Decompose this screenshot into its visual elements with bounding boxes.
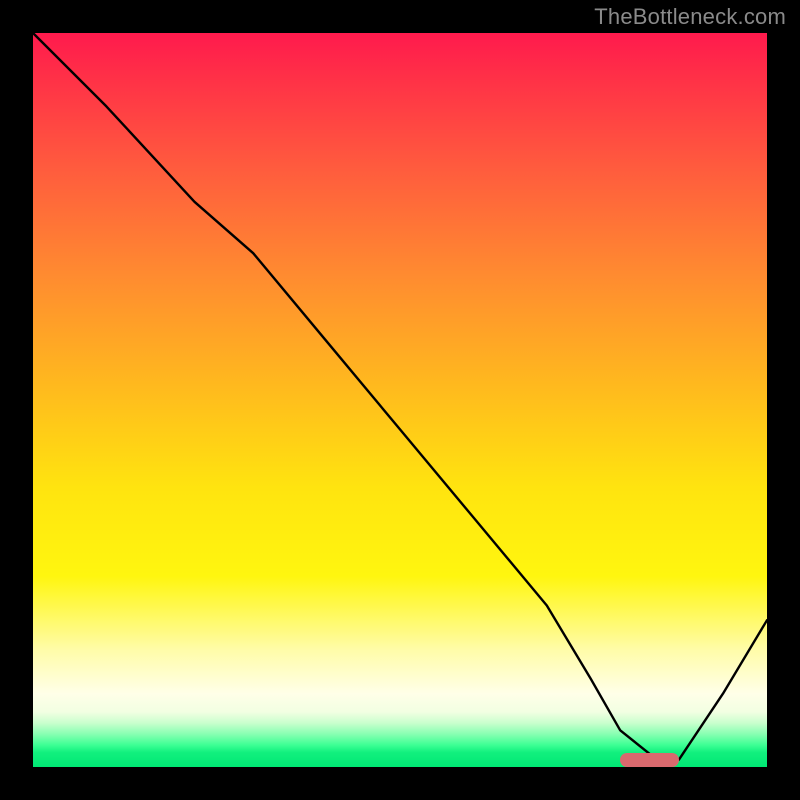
- chart-frame: TheBottleneck.com: [0, 0, 800, 800]
- attribution-text: TheBottleneck.com: [594, 4, 786, 30]
- plot-area: [33, 33, 767, 767]
- optimal-range-marker: [620, 753, 679, 767]
- curve-line: [33, 33, 767, 767]
